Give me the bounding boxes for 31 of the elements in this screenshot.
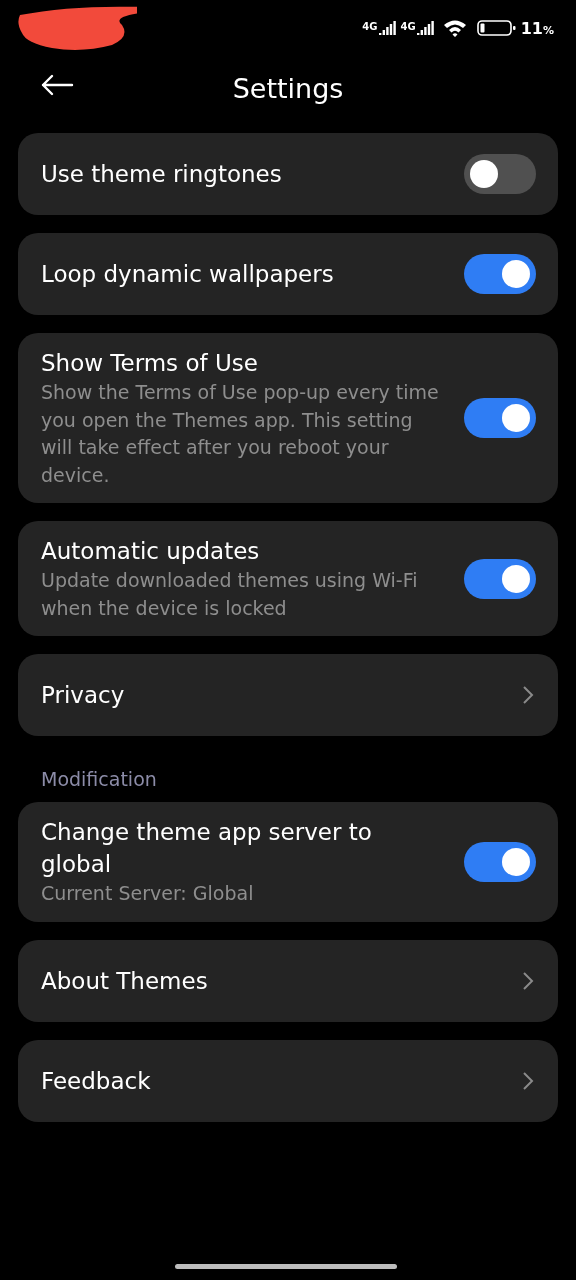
- network-type: 4G: [362, 21, 378, 32]
- signal-icon: [416, 21, 435, 35]
- chevron-right-icon: [522, 970, 534, 991]
- setting-description: Current Server: Global: [41, 881, 255, 906]
- network-type: 4G: [400, 21, 416, 32]
- setting-title: Privacy: [41, 681, 126, 710]
- setting-description: Update downloaded themes using Wi-Fi when the device is locked: [41, 568, 419, 621]
- toggle-switch[interactable]: [464, 154, 536, 194]
- setting-title: Show Terms of Use: [41, 349, 259, 378]
- setting-title: Loop dynamic wallpapers: [41, 260, 335, 289]
- toggle-switch[interactable]: [464, 841, 536, 882]
- setting-link[interactable]: About Themes: [18, 939, 558, 1022]
- toggle-switch[interactable]: [464, 558, 536, 599]
- section-header: Modification: [40, 767, 158, 790]
- setting-title: Feedback: [41, 1066, 152, 1096]
- battery-percentage: 11%: [520, 18, 554, 38]
- chevron-right-icon: [522, 685, 534, 705]
- setting-link[interactable]: Feedback: [18, 1039, 558, 1122]
- battery-icon: [476, 19, 517, 37]
- signal-icon: [378, 21, 397, 35]
- setting-title: Use theme ringtones: [41, 160, 283, 189]
- setting-title: About Themes: [41, 966, 209, 996]
- toggle-switch[interactable]: [464, 398, 536, 438]
- toggle-switch[interactable]: [464, 254, 536, 294]
- setting-title: Change theme app server to global: [41, 818, 373, 879]
- page-title: Settings: [232, 72, 344, 104]
- setting-link[interactable]: Privacy: [18, 654, 558, 736]
- wifi-icon: [442, 19, 467, 37]
- setting-description: Show the Terms of Use pop-up every time you open the Themes app. This setting will take effect after you reboot your device.: [41, 380, 440, 488]
- setting-title: Automatic updates: [41, 537, 261, 566]
- chevron-right-icon: [522, 1070, 534, 1091]
